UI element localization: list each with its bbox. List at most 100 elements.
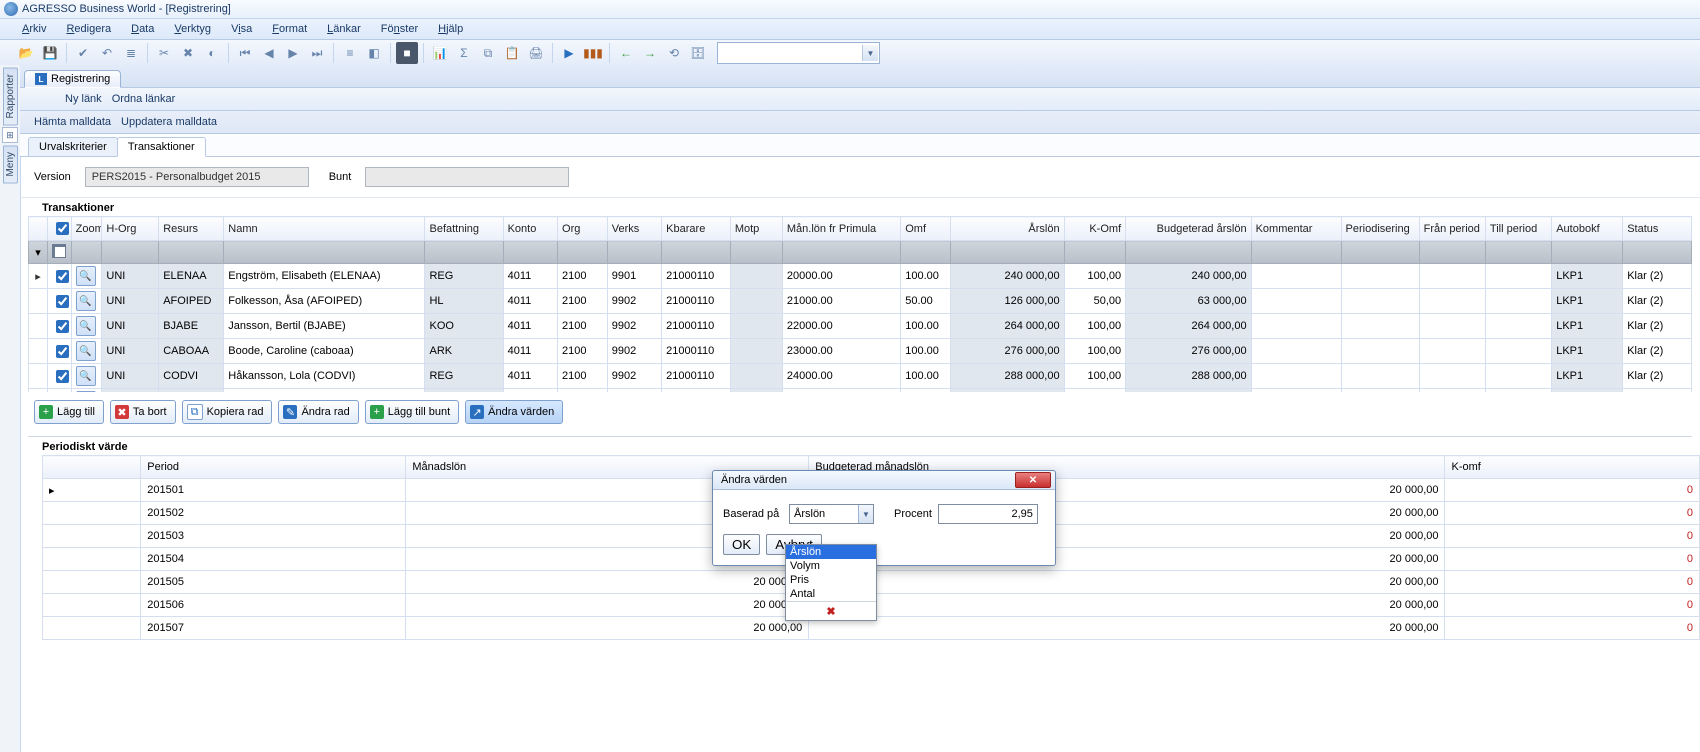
next-icon[interactable]: ▶ xyxy=(282,42,304,64)
changevalues-button[interactable]: ↗Ändra värden xyxy=(465,400,563,424)
col-namn[interactable]: Namn xyxy=(224,217,425,241)
cell-horg[interactable]: UNI xyxy=(102,389,159,393)
cell-manlon[interactable]: 24000.00 xyxy=(782,364,900,389)
cell-kbarare[interactable]: 21000110 xyxy=(662,314,731,339)
cell-motp[interactable] xyxy=(730,339,782,364)
list-icon[interactable]: ≣ xyxy=(120,42,142,64)
fetch-template[interactable]: Hämta malldata xyxy=(34,116,111,128)
col-komf[interactable]: K-Omf xyxy=(1064,217,1126,241)
cell-till[interactable] xyxy=(1485,389,1551,393)
pv-cell-period[interactable]: 201503 xyxy=(141,525,406,548)
row-checkbox[interactable] xyxy=(56,370,69,383)
prev-icon[interactable]: ◀ xyxy=(258,42,280,64)
cell-manlon[interactable]: 22000.00 xyxy=(782,314,900,339)
cell-arslon[interactable]: 300 000,00 xyxy=(950,389,1064,393)
cell-kbarare[interactable]: 21000110 xyxy=(662,264,731,289)
pv-cell-period[interactable]: 201501 xyxy=(141,479,406,502)
pv-cell-period[interactable]: 201505 xyxy=(141,571,406,594)
col-motp[interactable]: Motp xyxy=(730,217,782,241)
cell-namn[interactable]: Håkansson, Lola (CODVI) xyxy=(224,364,425,389)
grid-icon[interactable]: ⊞ xyxy=(2,127,18,143)
cell-arslon[interactable]: 276 000,00 xyxy=(950,339,1064,364)
cell-manlon[interactable]: 21000.00 xyxy=(782,289,900,314)
cell-komf[interactable]: 50,00 xyxy=(1064,289,1126,314)
header-checkbox[interactable] xyxy=(56,222,69,235)
baserad-dropdown[interactable]: ÅrslönVolymPrisAntal ✖ xyxy=(785,544,877,621)
cell-status[interactable]: Klar (2) xyxy=(1623,389,1692,393)
close-icon[interactable]: ✕ xyxy=(1015,472,1051,488)
cell-komf[interactable]: 100,00 xyxy=(1064,339,1126,364)
cell-periodisering[interactable] xyxy=(1341,264,1419,289)
cell-komf[interactable]: 100,00 xyxy=(1064,314,1126,339)
col-status[interactable]: Status xyxy=(1623,217,1692,241)
row-checkbox[interactable] xyxy=(56,295,69,308)
cell-arslon[interactable]: 240 000,00 xyxy=(950,264,1064,289)
toggle-icon[interactable]: ◐ xyxy=(201,42,223,64)
row-checkbox[interactable] xyxy=(56,320,69,333)
zoom-icon[interactable]: 🔍 xyxy=(76,316,96,336)
cell-omf[interactable]: 100.00 xyxy=(901,339,951,364)
sigma-icon[interactable]: Σ xyxy=(453,42,475,64)
cell-fran[interactable] xyxy=(1419,264,1485,289)
chart-icon[interactable]: 📊 xyxy=(429,42,451,64)
cell-till[interactable] xyxy=(1485,339,1551,364)
alt2-icon[interactable]: ◧ xyxy=(363,42,385,64)
cell-manlon[interactable]: 23000.00 xyxy=(782,339,900,364)
refresh-icon[interactable]: ⟲ xyxy=(663,42,685,64)
baserad-combo[interactable]: Årslön ▼ xyxy=(789,504,874,524)
pv-cell-budget[interactable]: 20 000,00 xyxy=(809,571,1445,594)
cell-org[interactable]: 2100 xyxy=(558,364,608,389)
pv-cell-manlon[interactable]: 20 000,00 xyxy=(406,594,809,617)
menu-lankar[interactable]: Länkar xyxy=(320,23,368,35)
col-kommentar[interactable]: Kommentar xyxy=(1251,217,1341,241)
cell-autobokf[interactable]: LKP1 xyxy=(1552,314,1623,339)
cell-budget[interactable]: 300 000,00 xyxy=(1126,389,1251,393)
cell-org[interactable]: 2100 xyxy=(558,389,608,393)
cell-konto[interactable]: 4011 xyxy=(503,264,557,289)
cell-motp[interactable] xyxy=(730,289,782,314)
cell-resurs[interactable]: BJABE xyxy=(159,314,224,339)
row-checkbox[interactable] xyxy=(56,345,69,358)
cell-omf[interactable]: 50.00 xyxy=(901,289,951,314)
cell-omf[interactable]: 100.00 xyxy=(901,314,951,339)
cell-verks[interactable]: 9902 xyxy=(607,314,661,339)
cell-org[interactable]: 2100 xyxy=(558,339,608,364)
transactions-grid[interactable]: Zoom H-Org Resurs Namn Befattning Konto … xyxy=(28,216,1692,392)
pv-cell-komf[interactable]: 0 xyxy=(1445,502,1700,525)
cell-status[interactable]: Klar (2) xyxy=(1623,289,1692,314)
dropdown-option[interactable]: Årslön xyxy=(786,545,876,559)
cell-verks[interactable]: 9902 xyxy=(607,339,661,364)
table-row[interactable]: 🔍UNIAFOIPEDFolkesson, Åsa (AFOIPED)HL401… xyxy=(29,289,1692,314)
cell-periodisering[interactable] xyxy=(1341,389,1419,393)
pv-cell-manlon[interactable]: 20 000,00 xyxy=(406,617,809,640)
menu-visa[interactable]: Visa xyxy=(224,23,259,35)
cell-till[interactable] xyxy=(1485,289,1551,314)
cell-status[interactable]: Klar (2) xyxy=(1623,364,1692,389)
cell-periodisering[interactable] xyxy=(1341,339,1419,364)
cell-budget[interactable]: 63 000,00 xyxy=(1126,289,1251,314)
doc-tab-registrering[interactable]: L Registrering xyxy=(24,70,121,88)
cell-omf[interactable]: 100.00 xyxy=(901,389,951,393)
cell-horg[interactable]: UNI xyxy=(102,314,159,339)
menu-data[interactable]: Data xyxy=(124,23,161,35)
zoom-icon[interactable]: 🔍 xyxy=(76,341,96,361)
cell-horg[interactable]: UNI xyxy=(102,289,159,314)
pv-cell-komf[interactable]: 0 xyxy=(1445,594,1700,617)
pv-cell-komf[interactable]: 0 xyxy=(1445,571,1700,594)
col-resurs[interactable]: Resurs xyxy=(159,217,224,241)
menu-fonster[interactable]: Fönster xyxy=(374,23,425,35)
cell-kommentar[interactable] xyxy=(1251,389,1341,393)
cell-verks[interactable]: 9902 xyxy=(607,289,661,314)
cell-resurs[interactable]: ELENAA xyxy=(159,264,224,289)
cut-icon[interactable]: ✂ xyxy=(153,42,175,64)
zoom-icon[interactable]: 🔍 xyxy=(76,391,96,392)
cell-kommentar[interactable] xyxy=(1251,364,1341,389)
cell-autobokf[interactable]: LKP1 xyxy=(1552,389,1623,393)
col-autobokf[interactable]: Autobokf xyxy=(1552,217,1623,241)
copy-icon[interactable]: ⧉ xyxy=(477,42,499,64)
cell-arslon[interactable]: 126 000,00 xyxy=(950,289,1064,314)
cell-autobokf[interactable]: LKP1 xyxy=(1552,289,1623,314)
undo-icon[interactable]: ↶ xyxy=(96,42,118,64)
grid-filter-row[interactable]: ▾ xyxy=(29,241,1692,264)
cell-org[interactable]: 2100 xyxy=(558,289,608,314)
